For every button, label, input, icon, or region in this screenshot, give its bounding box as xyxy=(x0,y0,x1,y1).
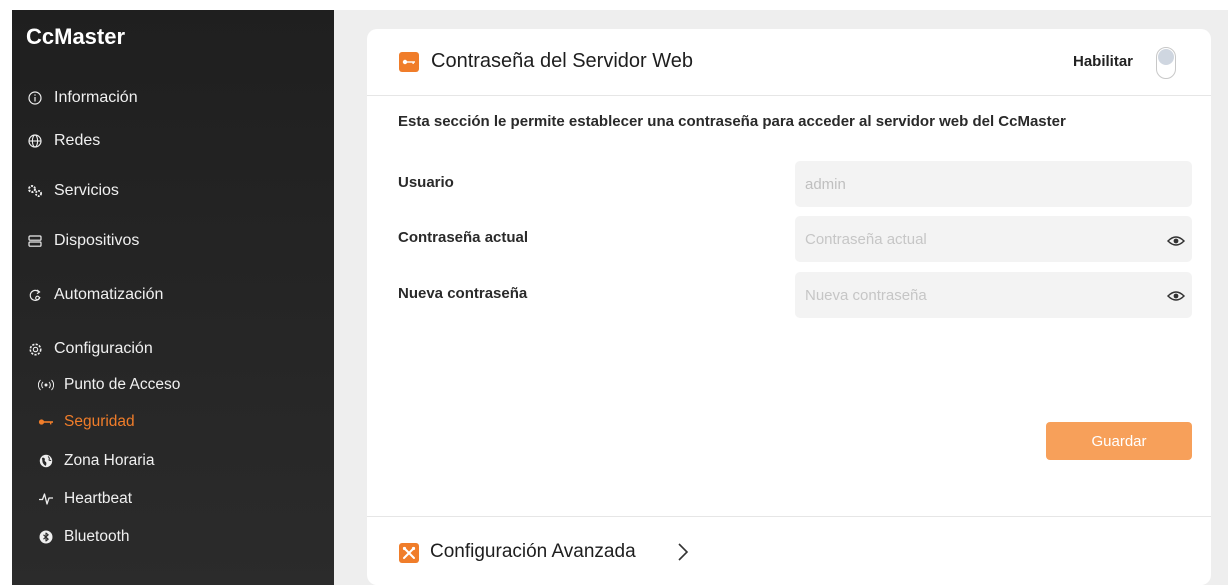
nav-item-informacion[interactable]: Información xyxy=(26,89,138,107)
card-header: Contraseña del Servidor Web Habilitar xyxy=(367,29,1211,96)
bluetooth-icon xyxy=(38,529,54,545)
chevron-right-icon[interactable] xyxy=(677,542,689,562)
nav-item-label: Configuración xyxy=(54,340,153,357)
nav-item-redes[interactable]: Redes xyxy=(26,132,100,150)
sub-item-heartbeat[interactable]: Heartbeat xyxy=(38,490,132,508)
show-password-icon[interactable] xyxy=(1167,290,1185,302)
sidebar: CcMaster Información Redes Servicios Dis… xyxy=(12,10,334,585)
divider xyxy=(367,516,1211,517)
save-button[interactable]: Guardar xyxy=(1046,422,1192,460)
web-server-password-card: Contraseña del Servidor Web Habilitar Es… xyxy=(367,29,1211,585)
new-password-label: Nueva contraseña xyxy=(398,285,528,302)
section-description: Esta sección le permite establecer una c… xyxy=(398,113,1066,130)
advanced-config-link[interactable]: Configuración Avanzada xyxy=(430,541,636,563)
nav-item-automatizacion[interactable]: Automatización xyxy=(26,286,163,304)
sub-item-label: Seguridad xyxy=(64,413,135,430)
nav-item-label: Dispositivos xyxy=(54,232,140,249)
nav-item-label: Automatización xyxy=(54,286,164,303)
sub-item-label: Punto de Acceso xyxy=(64,376,181,393)
sub-item-zona-horaria[interactable]: Zona Horaria xyxy=(38,452,154,470)
sub-item-label: Heartbeat xyxy=(64,490,133,507)
globe-icon xyxy=(26,132,44,150)
new-password-field[interactable] xyxy=(795,272,1192,318)
sub-item-punto-de-acceso[interactable]: Punto de Acceso xyxy=(38,376,180,394)
sub-item-seguridad[interactable]: Seguridad xyxy=(38,413,135,431)
info-icon xyxy=(26,89,44,107)
gear-icon xyxy=(26,340,44,358)
sub-item-label: Zona Horaria xyxy=(64,452,155,469)
enable-toggle[interactable] xyxy=(1156,47,1176,79)
sub-item-label: Bluetooth xyxy=(64,528,130,545)
nav-item-label: Redes xyxy=(54,132,101,149)
nav-item-configuracion[interactable]: Configuración xyxy=(26,340,153,358)
cogs-icon xyxy=(26,182,44,200)
enable-label: Habilitar xyxy=(1073,53,1134,70)
current-password-label: Contraseña actual xyxy=(398,229,529,246)
nav-item-servicios[interactable]: Servicios xyxy=(26,182,119,200)
tools-icon xyxy=(399,543,419,563)
key-icon xyxy=(38,414,54,430)
user-field[interactable] xyxy=(795,161,1192,207)
access-point-icon xyxy=(38,377,54,393)
nav-item-label: Información xyxy=(54,89,138,106)
key-icon xyxy=(399,52,419,72)
globe-filled-icon xyxy=(38,453,54,469)
current-password-field[interactable] xyxy=(795,216,1192,262)
sub-item-bluetooth[interactable]: Bluetooth xyxy=(38,528,130,546)
app-title: CcMaster xyxy=(26,24,126,49)
card-title: Contraseña del Servidor Web xyxy=(431,50,693,72)
automation-icon xyxy=(26,286,44,304)
toggle-knob xyxy=(1158,49,1174,65)
user-label: Usuario xyxy=(398,174,454,191)
heartbeat-icon xyxy=(38,491,54,507)
nav-item-dispositivos[interactable]: Dispositivos xyxy=(26,232,139,250)
show-password-icon[interactable] xyxy=(1167,235,1185,247)
devices-icon xyxy=(26,232,44,250)
nav-item-label: Servicios xyxy=(54,182,119,199)
